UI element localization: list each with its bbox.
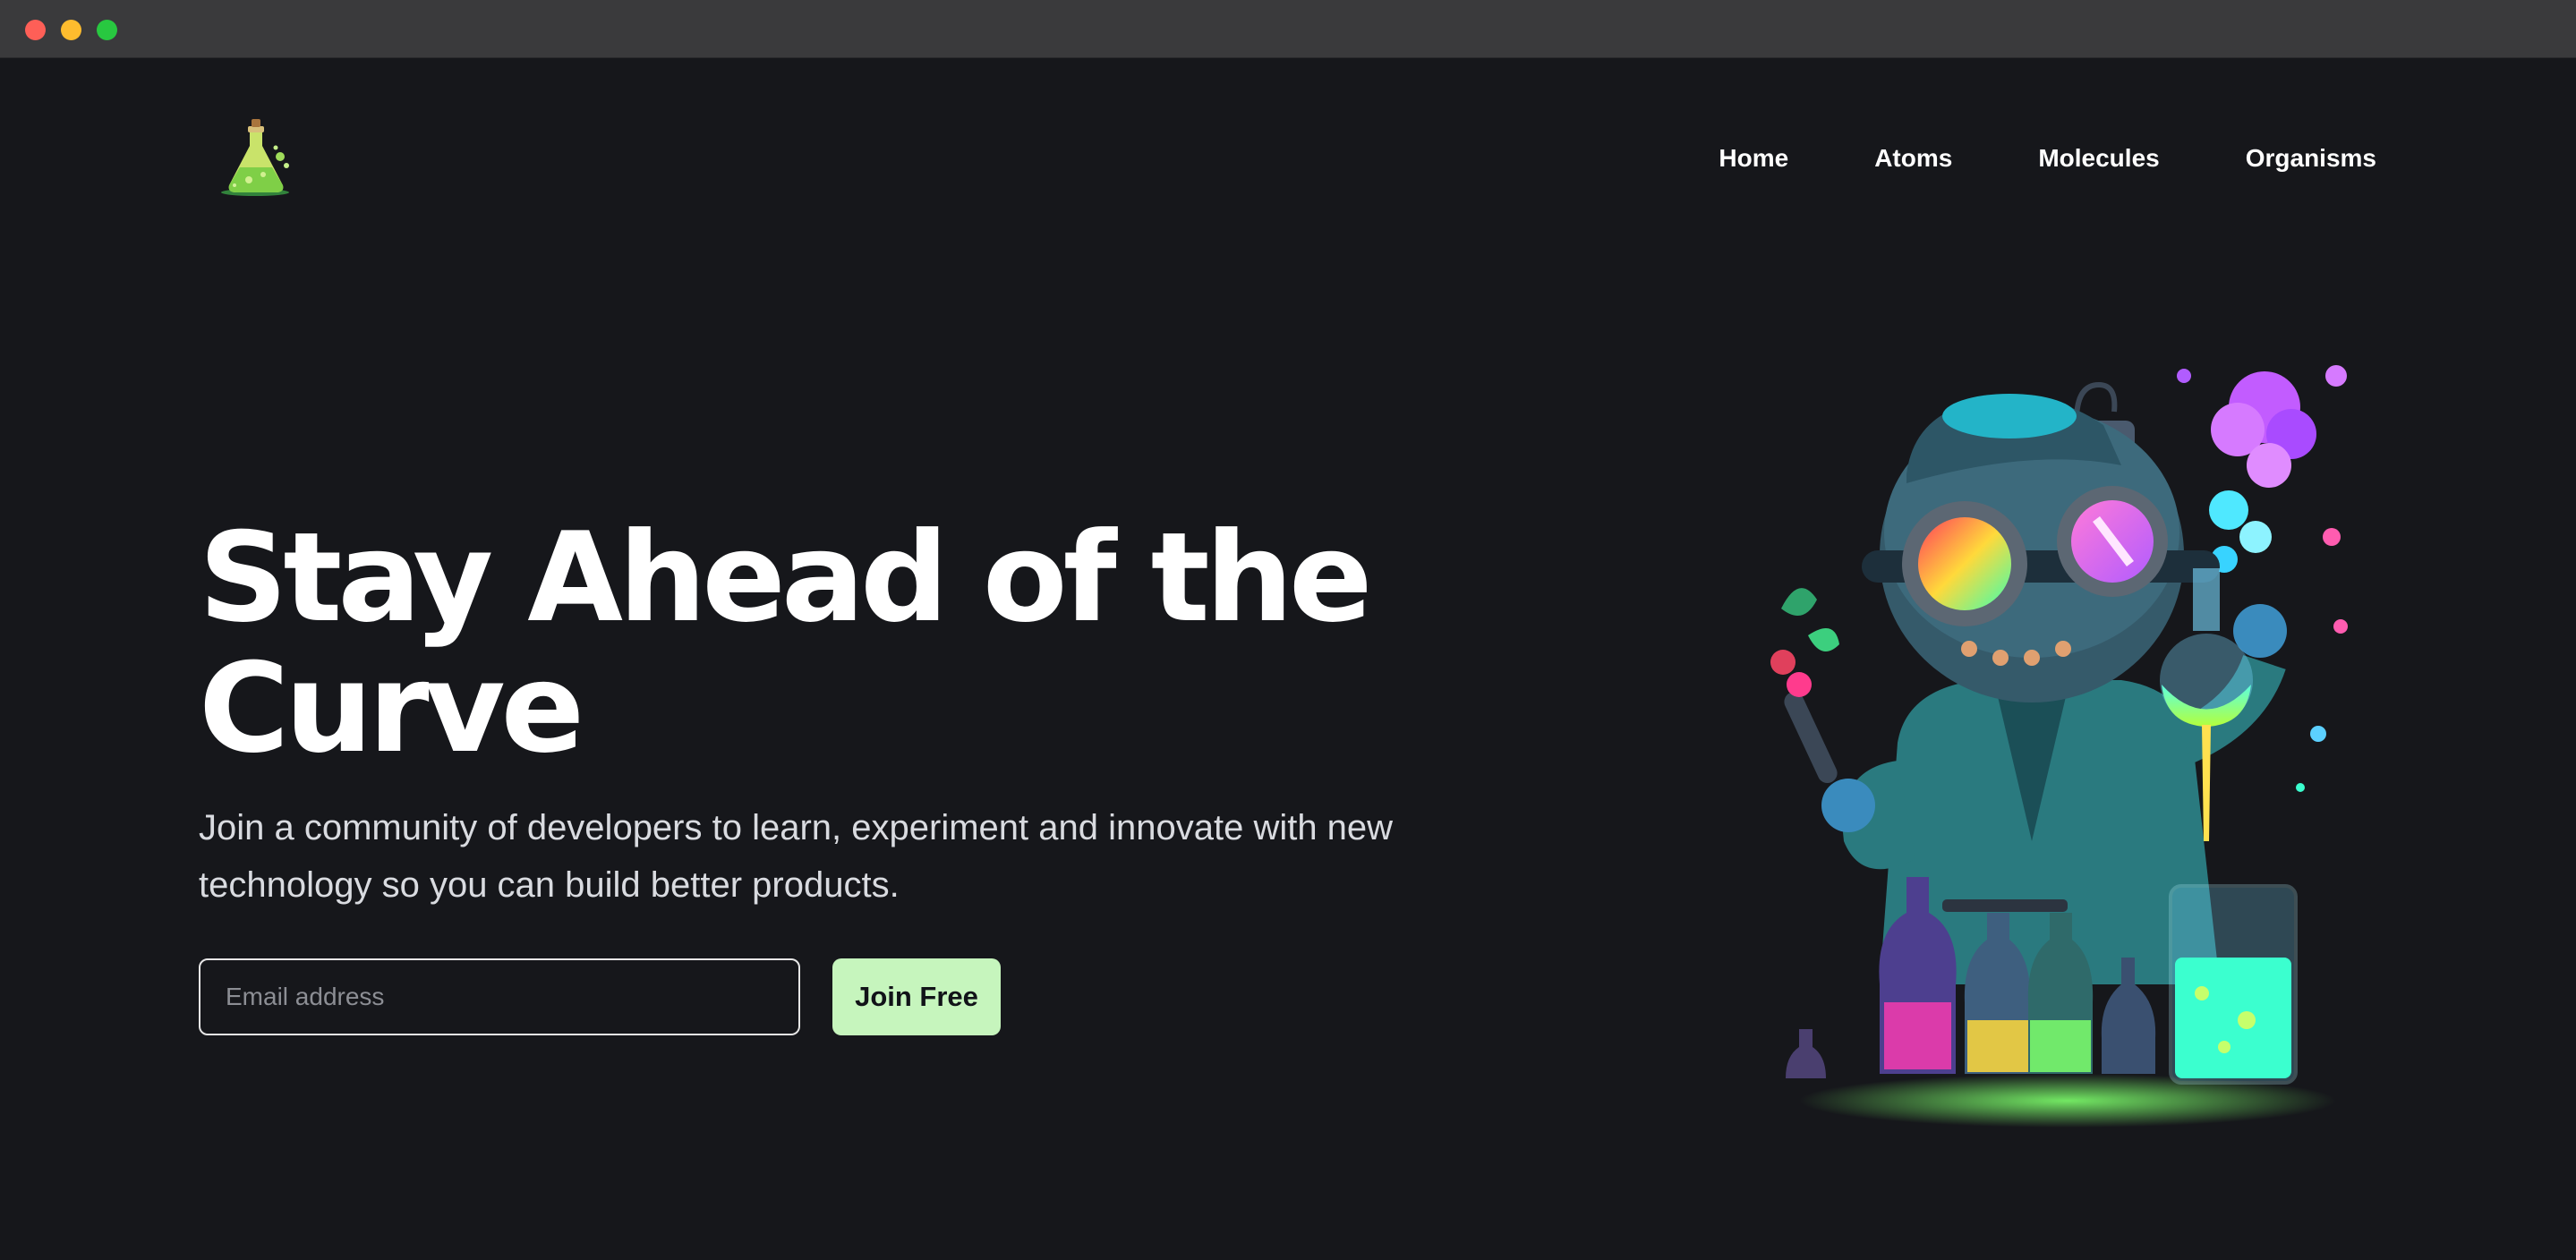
hero-subtitle: Join a community of developers to learn,…: [199, 808, 1394, 905]
nav-item-home[interactable]: Home: [1719, 144, 1788, 173]
nav-item-atoms[interactable]: Atoms: [1874, 144, 1952, 173]
main-nav: Home Atoms Molecules Organisms: [1633, 144, 2376, 173]
hero-title-line-2: Curve: [199, 636, 584, 780]
close-window-icon[interactable]: [25, 20, 46, 40]
email-input[interactable]: [199, 958, 800, 1035]
nav-item-organisms[interactable]: Organisms: [2246, 144, 2376, 173]
mad-scientist-illustration: [1763, 340, 2372, 1128]
minimize-window-icon[interactable]: [61, 20, 81, 40]
title-bar: [0, 0, 2576, 58]
flask-icon[interactable]: [213, 112, 303, 201]
join-free-button[interactable]: Join Free: [832, 958, 1001, 1035]
browser-window: Home Atoms Molecules Organisms Stay Ahea…: [0, 0, 2576, 1260]
hero-title-line-1: Stay Ahead of the: [199, 506, 1373, 650]
maximize-window-icon[interactable]: [97, 20, 117, 40]
nav-item-molecules[interactable]: Molecules: [2038, 144, 2159, 173]
hero-title: Stay Ahead of the Curve: [199, 513, 1497, 774]
landing-page: Home Atoms Molecules Organisms Stay Ahea…: [0, 58, 2576, 1260]
